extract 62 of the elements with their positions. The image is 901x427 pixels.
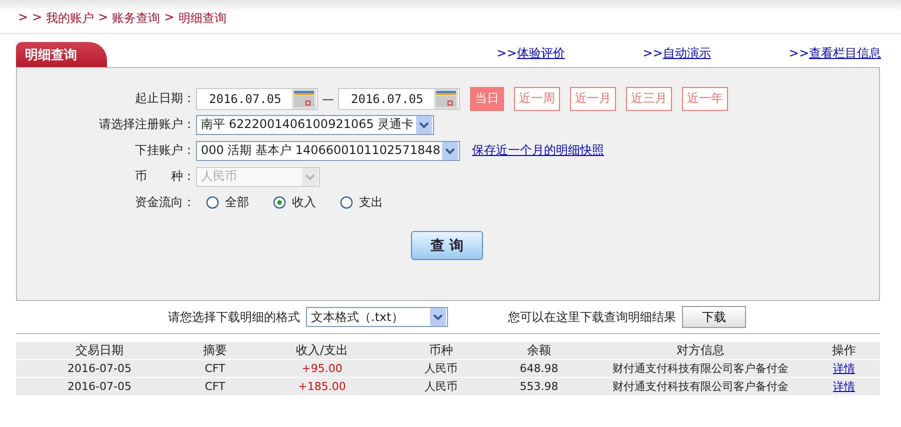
- calendar-icon[interactable]: [434, 88, 458, 108]
- breadcrumb-item: >: [164, 10, 174, 26]
- table-cell-text: +185.00: [297, 379, 347, 395]
- account-select[interactable]: 南平 6222001406100921065 灵通卡: [196, 114, 434, 134]
- calendar-icon[interactable]: [292, 88, 316, 108]
- date-field[interactable]: 2016.07.05: [196, 88, 318, 110]
- date-field[interactable]: 2016.07.05: [338, 88, 460, 110]
- dropdown-icon[interactable]: [416, 116, 432, 134]
- link-prefix: >>: [642, 46, 663, 60]
- radio-button[interactable]: [273, 196, 286, 209]
- column-header: 摘要: [202, 342, 228, 359]
- field-label: 币 种：: [134, 168, 196, 185]
- breadcrumb-item: >: [18, 10, 28, 26]
- breadcrumb-item: >: [32, 10, 42, 26]
- table-cell-text: 2016-07-05: [66, 361, 132, 377]
- table-cell-text: CFT: [204, 379, 226, 395]
- field-label: 起止日期：: [134, 90, 196, 107]
- download-button[interactable]: 下载: [682, 306, 746, 328]
- field-label: 请选择注册账户：: [98, 116, 196, 133]
- field-label: 下挂账户：: [134, 142, 196, 159]
- column-header: 币种: [428, 342, 454, 359]
- format-select[interactable]: 文本格式（.txt）: [306, 307, 448, 327]
- snapshot-link[interactable]: 保存近一个月的明细快照: [472, 142, 604, 159]
- column-header: 对方信息: [676, 342, 726, 359]
- table-cell-text: 553.98: [518, 379, 560, 395]
- download-hint: 您可以在这里下载查询明细结果: [508, 308, 676, 326]
- dropdown-icon[interactable]: [442, 142, 458, 160]
- table-cell-text: 财付通支付科技有限公司客户备付金: [612, 379, 790, 395]
- account-select[interactable]: 000 活期 基本户 1406600101102571848: [196, 140, 460, 160]
- panel-title: 明细查询: [16, 42, 107, 67]
- date-separator: —: [322, 92, 334, 106]
- radio-button[interactable]: [340, 196, 353, 209]
- column-header: 交易日期: [74, 342, 124, 359]
- radio-label: 支出: [359, 194, 383, 211]
- link-prefix: >>: [788, 46, 809, 60]
- breadcrumb-item[interactable]: 我的账户: [46, 10, 94, 33]
- table-cell-text: +95.00: [300, 361, 344, 377]
- details-link[interactable]: 详情: [833, 362, 855, 375]
- format-label: 请您选择下载明细的格式: [168, 308, 300, 326]
- radio-label: 收入: [292, 194, 316, 211]
- table-cell-text: 财付通支付科技有限公司客户备付金: [612, 361, 790, 377]
- header-link[interactable]: 体验评价: [516, 46, 565, 60]
- header-link[interactable]: 自动演示: [662, 46, 711, 60]
- radio-button[interactable]: [206, 196, 219, 209]
- breadcrumb-item[interactable]: 账务查询: [112, 10, 160, 33]
- link-prefix: >>: [496, 46, 517, 60]
- table-cell-text: CFT: [204, 361, 226, 377]
- column-header: 收入/支出: [294, 342, 350, 359]
- details-link[interactable]: 详情: [833, 380, 855, 393]
- column-header: 操作: [831, 342, 857, 359]
- query-button[interactable]: 查 询: [411, 231, 483, 260]
- table-cell-text: 人民币: [424, 361, 458, 377]
- table-cell-text: 2016-07-05: [66, 379, 132, 395]
- radio-label: 全部: [225, 194, 249, 211]
- column-header: 余额: [526, 342, 552, 359]
- breadcrumb-item: >: [98, 10, 108, 26]
- breadcrumb-item[interactable]: 明细查询: [178, 10, 226, 33]
- header-link[interactable]: 查看栏目信息: [809, 46, 881, 60]
- table-cell-text: 人民币: [424, 379, 458, 395]
- dropdown-icon[interactable]: [430, 308, 446, 326]
- table-cell-text: 648.98: [518, 361, 560, 377]
- field-label: 资金流向：: [134, 194, 196, 211]
